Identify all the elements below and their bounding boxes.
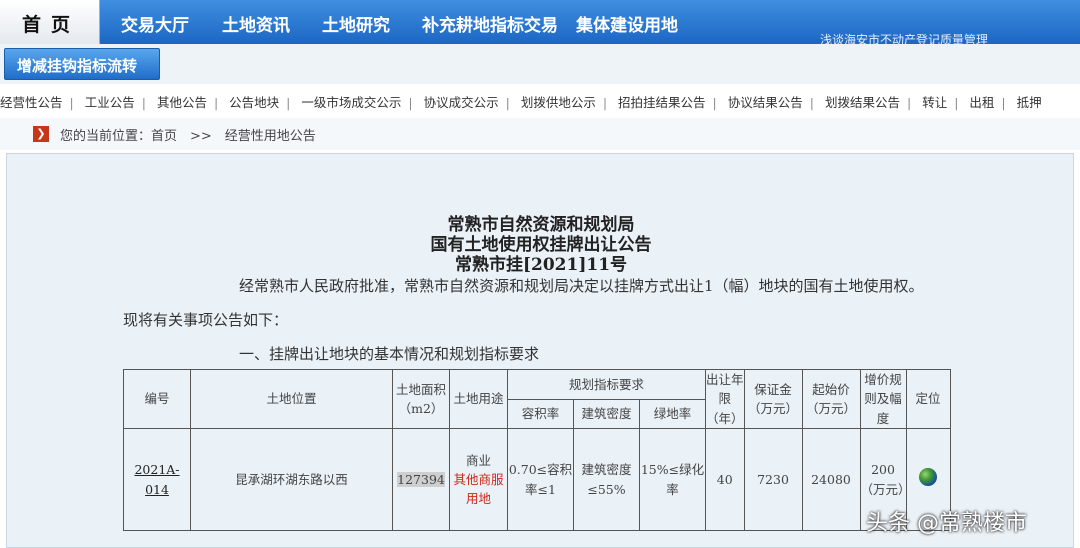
cell-start-price: 24080 [801, 428, 861, 532]
col-header-density: 建筑密度 [573, 398, 640, 430]
use-primary: 商业 [465, 452, 491, 468]
cell-green: 15%≤绿化率 [639, 428, 706, 532]
col-header-code: 编号 [123, 368, 191, 430]
divider: | [286, 95, 291, 110]
cell-density: 建筑密度≤55% [573, 428, 640, 532]
breadcrumb-text: 您的当前位置：首页 >> 经营性用地公告 [60, 129, 316, 144]
cell-far: 0.70≤容积率≤1 [507, 428, 574, 532]
cell-code[interactable]: 2021A-014 [123, 428, 191, 532]
land-table: 编号 土地位置 土地面积（m2） 土地用途 规划指标要求 出让年限（年） 保证金… [123, 368, 951, 532]
divider: | [213, 95, 219, 110]
category-link[interactable]: 抵押 [1017, 92, 1042, 111]
cell-term: 40 [705, 428, 745, 532]
watermark: 头条 @常熟楼市 [866, 511, 1027, 536]
category-link[interactable]: 转让 [922, 92, 947, 111]
divider: | [141, 95, 146, 110]
col-header-deposit: 保证金（万元） [743, 368, 803, 430]
divider: | [408, 95, 413, 110]
col-header-start-price: 起始价（万元） [801, 368, 861, 430]
divider: | [505, 95, 510, 110]
divider: | [712, 95, 717, 110]
category-link[interactable]: 工业公告 [85, 92, 135, 111]
nav-home-tab[interactable]: 首页 [0, 0, 100, 44]
divider: | [1001, 95, 1006, 110]
col-header-term: 出让年限（年） [705, 368, 745, 430]
notice-lead: 现将有关事项公告如下： [123, 311, 289, 329]
col-header-area: 土地面积（m2） [392, 368, 450, 430]
nav-item-land-news[interactable]: 土地资讯 [222, 11, 290, 36]
cell-location: 昆承湖环湖东路以西 [190, 428, 393, 532]
col-header-plan: 规划指标要求 [507, 369, 706, 400]
notice-panel: 常熟市自然资源和规划局 国有土地使用权挂牌出让公告 常熟市挂[2021]11号 … [6, 153, 1074, 548]
arrow-right-icon: ❯ [33, 126, 49, 142]
divider: | [809, 95, 814, 110]
cell-deposit: 7230 [743, 428, 803, 532]
divider: | [954, 95, 959, 110]
globe-icon[interactable] [919, 467, 937, 486]
nav-item-land-research[interactable]: 土地研究 [322, 11, 390, 36]
top-nav: 首页 交易大厅 土地资讯 土地研究 补充耕地指标交易 集体建设用地 浅谈海安市不… [0, 0, 1080, 47]
breadcrumb: ❯ 您的当前位置：首页 >> 经营性用地公告 [0, 118, 1080, 150]
nav-home-label: 首页 [22, 14, 81, 36]
divider: | [602, 95, 608, 110]
quota-transfer-label: 增减挂钩指标流转 [17, 57, 138, 75]
category-link[interactable]: 公告地块 [229, 92, 279, 111]
divider: | [69, 95, 74, 110]
sub-banner: 增减挂钩指标流转 [0, 44, 1080, 84]
category-link[interactable]: 划拨供地公示 [521, 92, 596, 111]
divider: | [906, 95, 912, 110]
category-links: 经营性公告 | 工业公告 | 其他公告 | 公告地块 | 一级市场成交公示 | 协议成交公… [0, 92, 1080, 114]
col-header-green: 绿地率 [639, 398, 706, 430]
notice-intro: 经常熟市人民政府批准，常熟市自然资源和规划局决定以挂牌方式出让1（幅）地块的国有… [239, 277, 924, 295]
notice-number: 常熟市挂[2021]11号 [454, 255, 628, 275]
quota-transfer-button[interactable]: 增减挂钩指标流转 [4, 48, 160, 80]
cell-area: 127394 [392, 428, 450, 532]
col-header-far: 容积率 [507, 398, 574, 430]
use-secondary: 其他商服用地 [453, 471, 504, 507]
category-link[interactable]: 一级市场成交公示 [301, 92, 401, 111]
nav-item-collective-land[interactable]: 集体建设用地 [576, 11, 678, 36]
land-code-link[interactable]: 2021A-014 [134, 462, 179, 496]
category-link[interactable]: 经营性公告 [0, 92, 63, 111]
nav-item-trading-hall[interactable]: 交易大厅 [121, 11, 189, 36]
cell-use: 商业 其他商服用地 [449, 428, 508, 532]
section-heading: 一、挂牌出让地块的基本情况和规划指标要求 [239, 345, 540, 363]
category-link[interactable]: 协议成交公示 [424, 92, 499, 111]
category-link[interactable]: 协议结果公告 [728, 92, 803, 111]
nav-item-farmland-trading[interactable]: 补充耕地指标交易 [422, 11, 558, 36]
category-link[interactable]: 划拨结果公告 [825, 92, 900, 111]
category-link[interactable]: 出租 [969, 92, 994, 111]
area-value: 127394 [397, 471, 445, 487]
category-link[interactable]: 招拍挂结果公告 [618, 92, 706, 111]
category-link[interactable]: 其他公告 [157, 92, 207, 111]
col-header-location: 土地位置 [190, 368, 393, 430]
col-header-increment: 增价规则及幅度 [859, 368, 907, 430]
table-row: 2021A-014 昆承湖环湖东路以西 127394 商业 其他商服用地 0.7… [123, 428, 951, 532]
col-header-use: 土地用途 [449, 368, 508, 430]
col-header-position: 定位 [905, 368, 951, 430]
